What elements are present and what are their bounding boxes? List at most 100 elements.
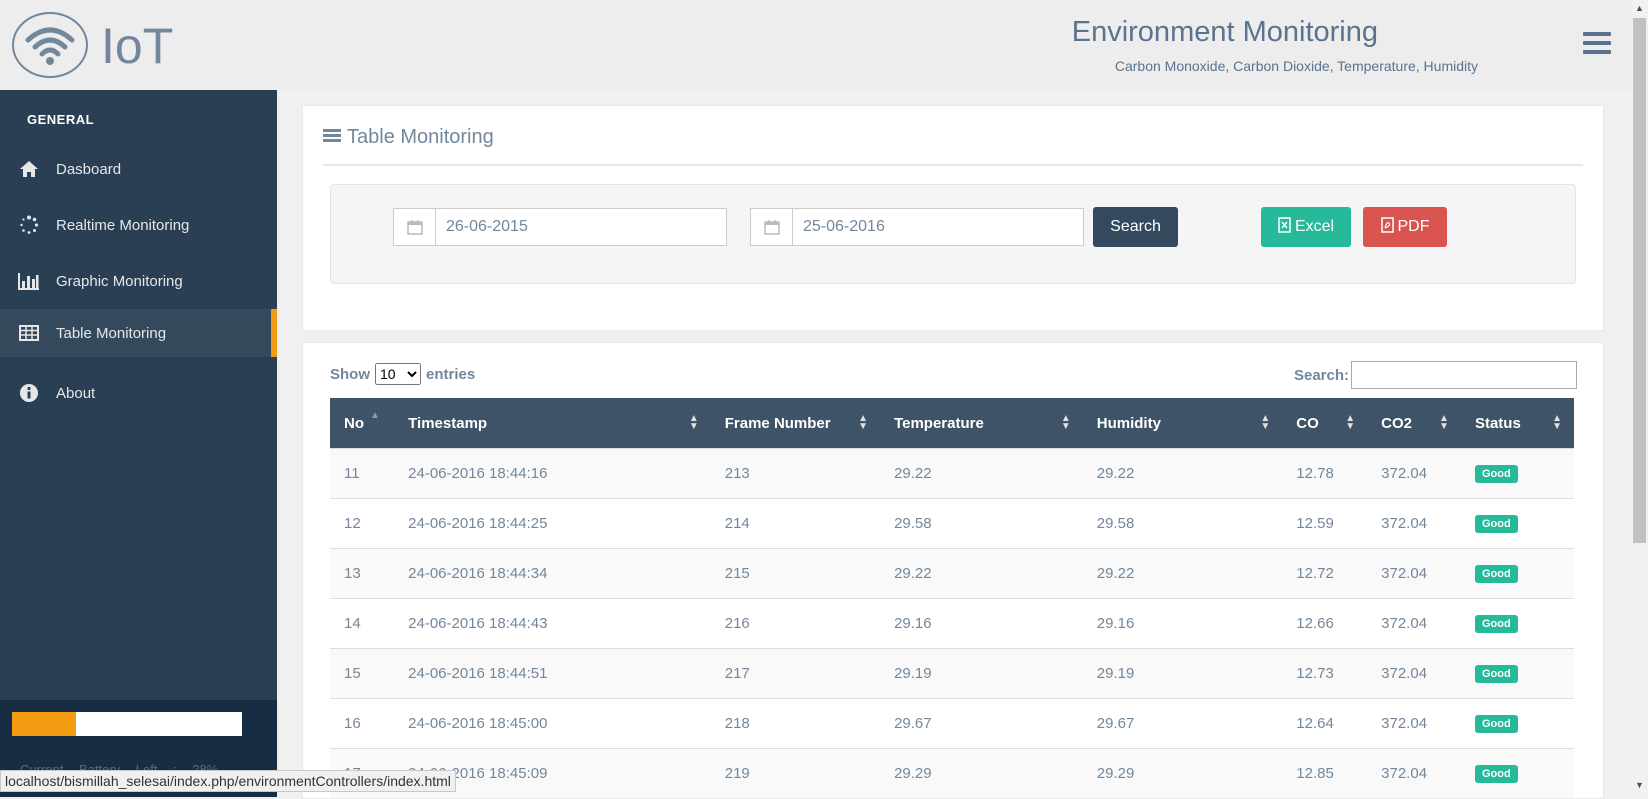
table-body: 11 24-06-2016 18:44:16 213 29.22 29.22 12.78 3… [330,448,1574,798]
table-cell: 24-06-2016 18:44:43 [394,598,711,649]
sort-icon: ▲ ▼ [1060,413,1071,432]
sort-icon: ▲ ▼ [1552,413,1562,432]
sort-icon: ▲ ▼ [1439,413,1449,432]
sort-icon: ▲ ▼ [1260,413,1271,432]
table-cell: 12.64 [1282,698,1368,749]
table-cell: 13 [330,548,395,599]
menu-toggle-icon[interactable] [1583,32,1611,56]
table-cell: 24-06-2016 18:45:00 [394,698,711,749]
table-cell: 372.04 [1367,598,1461,649]
table-cell: 29.67 [1082,698,1283,749]
table-cell: 29.22 [1082,548,1283,599]
home-icon [18,158,40,180]
table-cell: 29.22 [880,448,1083,499]
date-to-input[interactable] [793,217,1075,237]
table-cell: 16 [330,698,395,749]
page-size-control: Show 102550100 entries [330,363,475,385]
table-row: 11 24-06-2016 18:44:16 213 29.22 29.22 12.78 3… [330,448,1574,499]
column-header[interactable]: Timestamp ▲ ▼ [394,398,711,449]
brand[interactable]: IoT [0,0,277,90]
table-cell: 372.04 [1367,448,1461,499]
data-table: No ▲ Timestamp ▲ ▼ Frame Number ▲ ▼ Temperature ▲… [330,398,1574,798]
calendar-icon [394,209,436,245]
table-cell: 12.78 [1282,448,1368,499]
vertical-scrollbar[interactable]: ▲ ▼ [1631,0,1648,797]
wifi-icon [12,12,88,78]
table-cell: Good [1460,748,1574,798]
status-badge: Good [1474,615,1518,633]
table-cell: 29.58 [1082,498,1283,549]
sidebar-item-label: Table Monitoring [56,324,167,342]
table-cell: 12.85 [1282,748,1368,798]
status-badge: Good [1474,565,1518,583]
bar-chart-icon [18,270,40,292]
column-header[interactable]: Status ▲ ▼ [1460,398,1574,449]
page-size-select[interactable]: 102550100 [375,363,421,385]
table-cell: 29.29 [1082,748,1283,798]
table-cell: Good [1460,648,1574,699]
table-cell: Good [1460,598,1574,649]
column-header-label: Humidity [1096,414,1161,432]
table-cell: 12 [330,498,395,549]
scroll-up-icon[interactable]: ▲ [1635,3,1644,13]
table-cell: 219 [710,748,881,798]
file-excel-icon [1278,216,1291,238]
pdf-export-button[interactable]: PDF [1363,207,1447,247]
page-title: Environment Monitoring [1071,16,1378,48]
date-from-input[interactable] [436,217,718,237]
column-header[interactable]: Humidity ▲ ▼ [1082,398,1283,449]
calendar-icon [751,209,793,245]
table-row: 1724-06-2016 18:45:0921929.2929.2912.853… [330,748,1574,798]
file-pdf-icon [1380,216,1394,238]
table-cell: 216 [710,598,881,649]
column-header-label: Status [1474,414,1521,432]
column-header-label: CO [1296,414,1319,432]
page-subtitle: Carbon Monoxide, Carbon Dioxide, Tempera… [1114,58,1478,74]
table-cell: 24-06-2016 18:44:34 [394,548,711,599]
table-search-input[interactable] [1351,361,1577,389]
sidebar-item-table-monitoring[interactable]: Table Monitoring [0,309,277,357]
sidebar-item-label: Dasboard [56,160,122,178]
table-cell: 372.04 [1367,548,1461,599]
table-cell: 29.19 [1082,648,1283,699]
column-header[interactable]: CO ▲ ▼ [1282,398,1368,449]
sidebar-item-graphic-monitoring[interactable]: Graphic Monitoring [0,257,277,305]
search-button[interactable]: Search [1093,207,1178,247]
column-header[interactable]: Temperature ▲ ▼ [880,398,1083,449]
table-icon [18,322,40,344]
table-cell: Good [1460,698,1574,749]
table-cell: 372.04 [1367,698,1461,749]
excel-export-button[interactable]: Excel [1261,207,1351,247]
table-cell: 29.19 [880,648,1083,699]
table-cell: 217 [710,648,881,699]
sidebar-item-realtime-monitoring[interactable]: Realtime Monitoring [0,201,277,249]
table-panel: Show 102550100 entries Search: No ▲ Timest… [302,342,1604,799]
date-from-field[interactable] [393,208,727,246]
table-cell: 24-06-2016 18:44:51 [394,648,711,699]
column-header[interactable]: No ▲ [330,398,395,449]
table-row: 12 24-06-2016 18:44:25 214 29.58 29.58 12.59 3… [330,498,1574,549]
table-cell: 24-06-2016 18:44:25 [394,498,711,549]
sidebar-item-dashboard[interactable]: Dasboard [0,145,277,193]
filter-form: Search Excel PDF [330,184,1576,284]
status-badge: Good [1474,465,1518,483]
scrollbar-thumb[interactable] [1633,18,1646,543]
table-cell: 14 [330,598,395,649]
info-icon [18,382,40,404]
scroll-down-icon[interactable]: ▼ [1635,780,1644,790]
column-header-label: No [344,414,364,432]
table-cell: 24-06-2016 18:44:16 [394,448,711,499]
sidebar-item-about[interactable]: About [0,369,277,417]
sort-ascending-icon: ▲ [370,410,380,421]
table-cell: Good [1460,548,1574,599]
table-cell: 372.04 [1367,748,1461,798]
table-cell: Good [1460,498,1574,549]
sidebar-item-label: Realtime Monitoring [56,216,190,234]
sort-icon: ▲ ▼ [688,413,699,432]
column-header[interactable]: Frame Number ▲ ▼ [710,398,881,449]
pdf-button-label: PDF [1397,218,1430,235]
date-to-field[interactable] [750,208,1084,246]
sidebar-item-label: Graphic Monitoring [56,272,183,290]
filter-panel: Table Monitoring Search Excel [302,105,1604,331]
column-header[interactable]: CO2 ▲ ▼ [1367,398,1461,449]
